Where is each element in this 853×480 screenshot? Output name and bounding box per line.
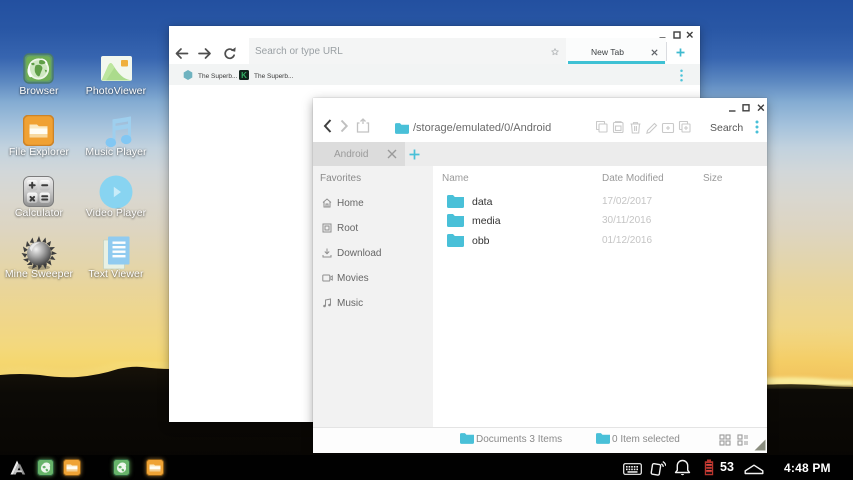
svg-text:K: K: [241, 71, 247, 80]
